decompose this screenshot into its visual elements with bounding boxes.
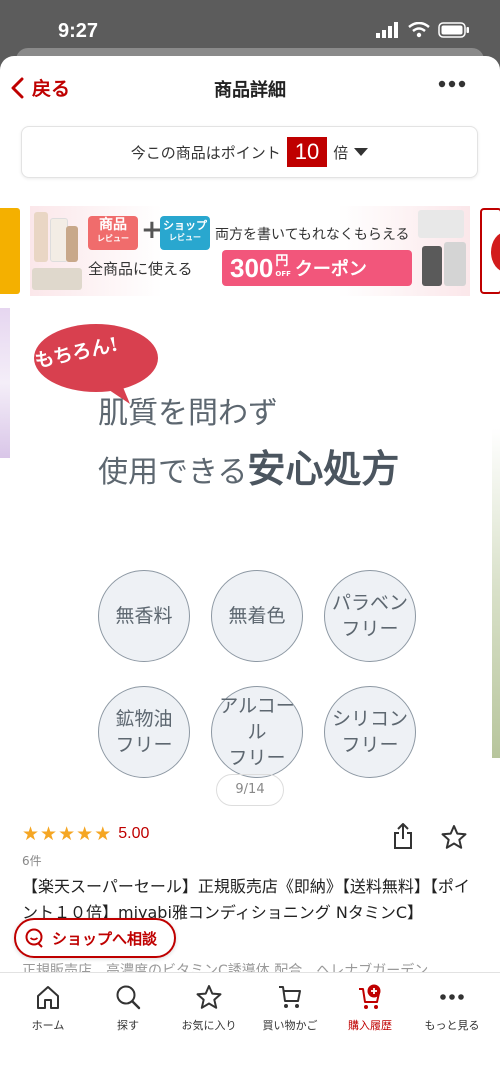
status-icons <box>376 22 470 38</box>
cart-icon <box>279 986 301 1008</box>
review-coupon-banner[interactable]: 商品 レビュー + ショップ レビュー 両方を書いてもれなくもらえる 全商品に使… <box>30 206 470 296</box>
more-icon <box>440 994 464 1000</box>
banner-line1: 両方を書いてもれなくもらえる <box>215 227 410 243</box>
product-review-badge: 商品 レビュー <box>88 216 138 250</box>
star-icon: ★ <box>40 823 58 845</box>
caret-down-icon <box>354 148 369 156</box>
previous-image-peek <box>0 308 10 458</box>
feature-circle: パラベン フリー <box>324 570 416 662</box>
tab-favorites[interactable]: お気に入り <box>169 983 249 1033</box>
product-detail-sheet: 戻る 商品詳細 今この商品はポイント 10 倍 商品 レビュー + ショップ レ <box>0 56 500 1080</box>
shop-consult-label: ショップへ相談 <box>52 929 158 948</box>
points-multiplier-dropdown[interactable]: 今この商品はポイント 10 倍 <box>21 126 478 178</box>
headline-line1: 肌質を問わず <box>98 396 278 431</box>
feature-circle: 鉱物油 フリー <box>98 686 190 778</box>
product-photo <box>444 242 466 286</box>
product-photo <box>422 246 442 286</box>
product-photo <box>32 268 82 290</box>
review-count[interactable]: 6件 <box>22 852 42 869</box>
star-icon: ★ <box>94 823 112 845</box>
star-icon: ★ <box>58 823 76 845</box>
banner-previous[interactable] <box>0 208 20 294</box>
feature-circle: アルコール フリー <box>211 686 303 778</box>
tab-home[interactable]: ホーム <box>8 983 88 1033</box>
product-photo <box>418 210 464 238</box>
coupon-badge: 300 円 OFF クーポン <box>222 250 412 286</box>
page-title: 商品詳細 <box>214 80 286 101</box>
chat-icon <box>25 928 43 948</box>
coupon-amount: 300 <box>230 252 274 283</box>
product-photo <box>34 212 48 262</box>
star-icon: ★ <box>22 823 40 845</box>
image-page-indicator: 9/14 <box>216 774 284 806</box>
star-icon: ★ <box>76 823 94 845</box>
home-icon <box>37 986 59 1009</box>
status-time: 9:27 <box>58 20 99 42</box>
status-bar: 9:27 <box>0 0 500 50</box>
signal-icon <box>376 22 398 38</box>
shop-consult-button[interactable]: ショップへ相談 <box>14 918 176 958</box>
coupon-label: クーポン <box>294 259 367 280</box>
more-options-icon[interactable] <box>438 80 466 88</box>
search-icon <box>116 985 141 1010</box>
banner-carousel: 商品 レビュー + ショップ レビュー 両方を書いてもれなくもらえる 全商品に使… <box>0 206 500 296</box>
banner-next[interactable] <box>480 208 500 294</box>
purchase-history-icon <box>359 984 381 1009</box>
rating-value: 5.00 <box>118 825 150 842</box>
feature-circle: 無着色 <box>211 570 303 662</box>
coupon-yen: 円 OFF <box>275 254 291 278</box>
next-image-peek <box>492 428 500 758</box>
tab-cart[interactable]: 買い物かご <box>250 983 330 1033</box>
feature-circle: 無香料 <box>98 570 190 662</box>
points-prefix: 今この商品はポイント <box>130 143 281 162</box>
headline-line2: 使用できる安心処方 <box>98 446 400 491</box>
points-multiplier-value: 10 <box>286 137 328 167</box>
tab-purchase-history[interactable]: 購入履歴 <box>330 983 410 1033</box>
bottom-tab-bar: ホーム 探す お気に入り 買い物かご 購入履歴 もっと見る <box>0 972 500 1080</box>
battery-icon <box>438 22 469 38</box>
banner-line2: 全商品に使える <box>88 260 193 278</box>
shop-review-badge: ショップ レビュー <box>160 216 210 250</box>
feature-circle: シリコン フリー <box>324 686 416 778</box>
wifi-icon <box>408 22 430 38</box>
product-image-carousel[interactable]: もちろん! 肌質を問わず 使用できる安心処方 無香料 無着色 パラベン フリー 鉱… <box>0 308 500 778</box>
product-photo <box>66 226 78 262</box>
rating[interactable]: ★ ★ ★ ★ ★ 5.00 <box>22 824 149 844</box>
star-icon <box>196 985 222 1009</box>
tab-more[interactable]: もっと見る <box>412 983 492 1033</box>
tab-search[interactable]: 探す <box>88 983 168 1033</box>
navigation-bar: 戻る 商品詳細 <box>0 56 500 120</box>
favorite-star-icon[interactable] <box>440 824 468 850</box>
share-icon[interactable] <box>392 822 414 850</box>
points-suffix: 倍 <box>333 143 349 162</box>
